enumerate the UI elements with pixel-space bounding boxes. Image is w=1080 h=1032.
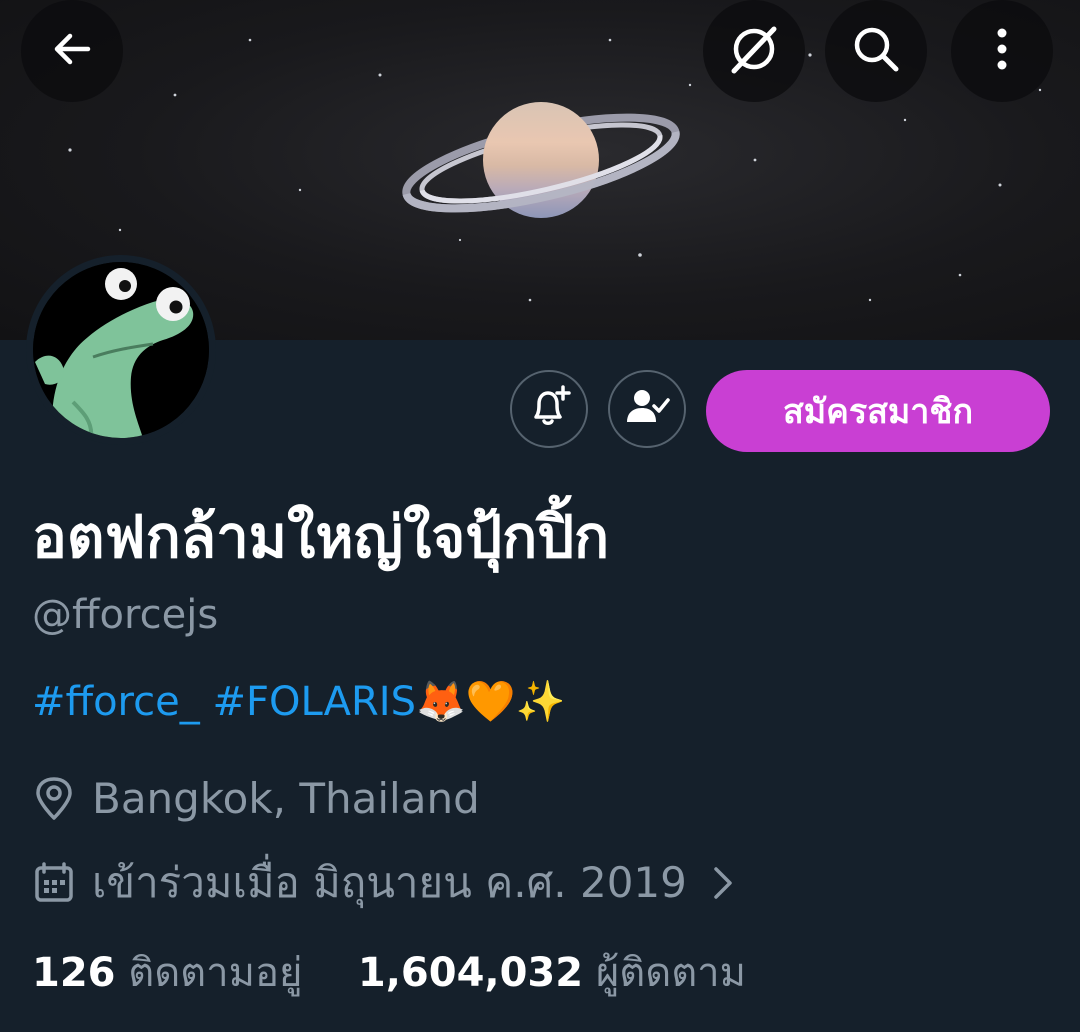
arrow-left-icon <box>48 25 96 77</box>
grok-button[interactable] <box>703 0 805 102</box>
person-check-icon <box>624 384 670 434</box>
location-row: Bangkok, Thailand <box>32 774 480 823</box>
search-icon <box>850 23 902 79</box>
follow-stats: 126 ติดตามอยู่ 1,604,032 ผู้ติดตาม <box>32 940 746 1004</box>
following-count: 126 <box>32 950 116 996</box>
grok-icon <box>726 21 782 81</box>
subscribe-button[interactable]: สมัครสมาชิก <box>706 370 1050 452</box>
more-options-button[interactable] <box>951 0 1053 102</box>
more-vertical-icon <box>992 23 1012 79</box>
followers-stat[interactable]: 1,604,032 ผู้ติดตาม <box>358 950 746 996</box>
followers-count: 1,604,032 <box>357 950 584 996</box>
bell-plus-icon <box>526 384 572 434</box>
hashtag-link[interactable]: #FOLARIS <box>212 679 416 725</box>
avatar[interactable] <box>26 255 216 445</box>
joined-row[interactable]: เข้าร่วมเมื่อ มิถุนายน ค.ศ. 2019 <box>32 850 735 916</box>
followers-label: ผู้ติดตาม <box>595 950 747 996</box>
bio-emojis: 🦊🧡✨ <box>416 679 566 725</box>
search-button[interactable] <box>825 0 927 102</box>
username-handle: @fforcejs <box>32 592 219 638</box>
back-button[interactable] <box>21 0 123 102</box>
hashtag-link[interactable]: #fforce_ <box>32 679 200 725</box>
following-stat[interactable]: 126 ติดตามอยู่ <box>32 950 302 996</box>
calendar-icon <box>32 861 82 905</box>
following-button[interactable] <box>608 370 686 448</box>
bio: #fforce_ #FOLARIS🦊🧡✨ <box>32 678 565 725</box>
display-name: อตฟกล้ามใหญ่ใจปุ้กปิ้ก <box>32 503 610 571</box>
following-label: ติดตามอยู่ <box>128 950 303 996</box>
location-text: Bangkok, Thailand <box>92 774 480 823</box>
chevron-right-icon <box>711 863 735 903</box>
location-pin-icon <box>32 776 82 822</box>
joined-date-text: เข้าร่วมเมื่อ มิถุนายน ค.ศ. 2019 <box>92 858 687 907</box>
notifications-button[interactable] <box>510 370 588 448</box>
avatar-image <box>33 262 209 438</box>
